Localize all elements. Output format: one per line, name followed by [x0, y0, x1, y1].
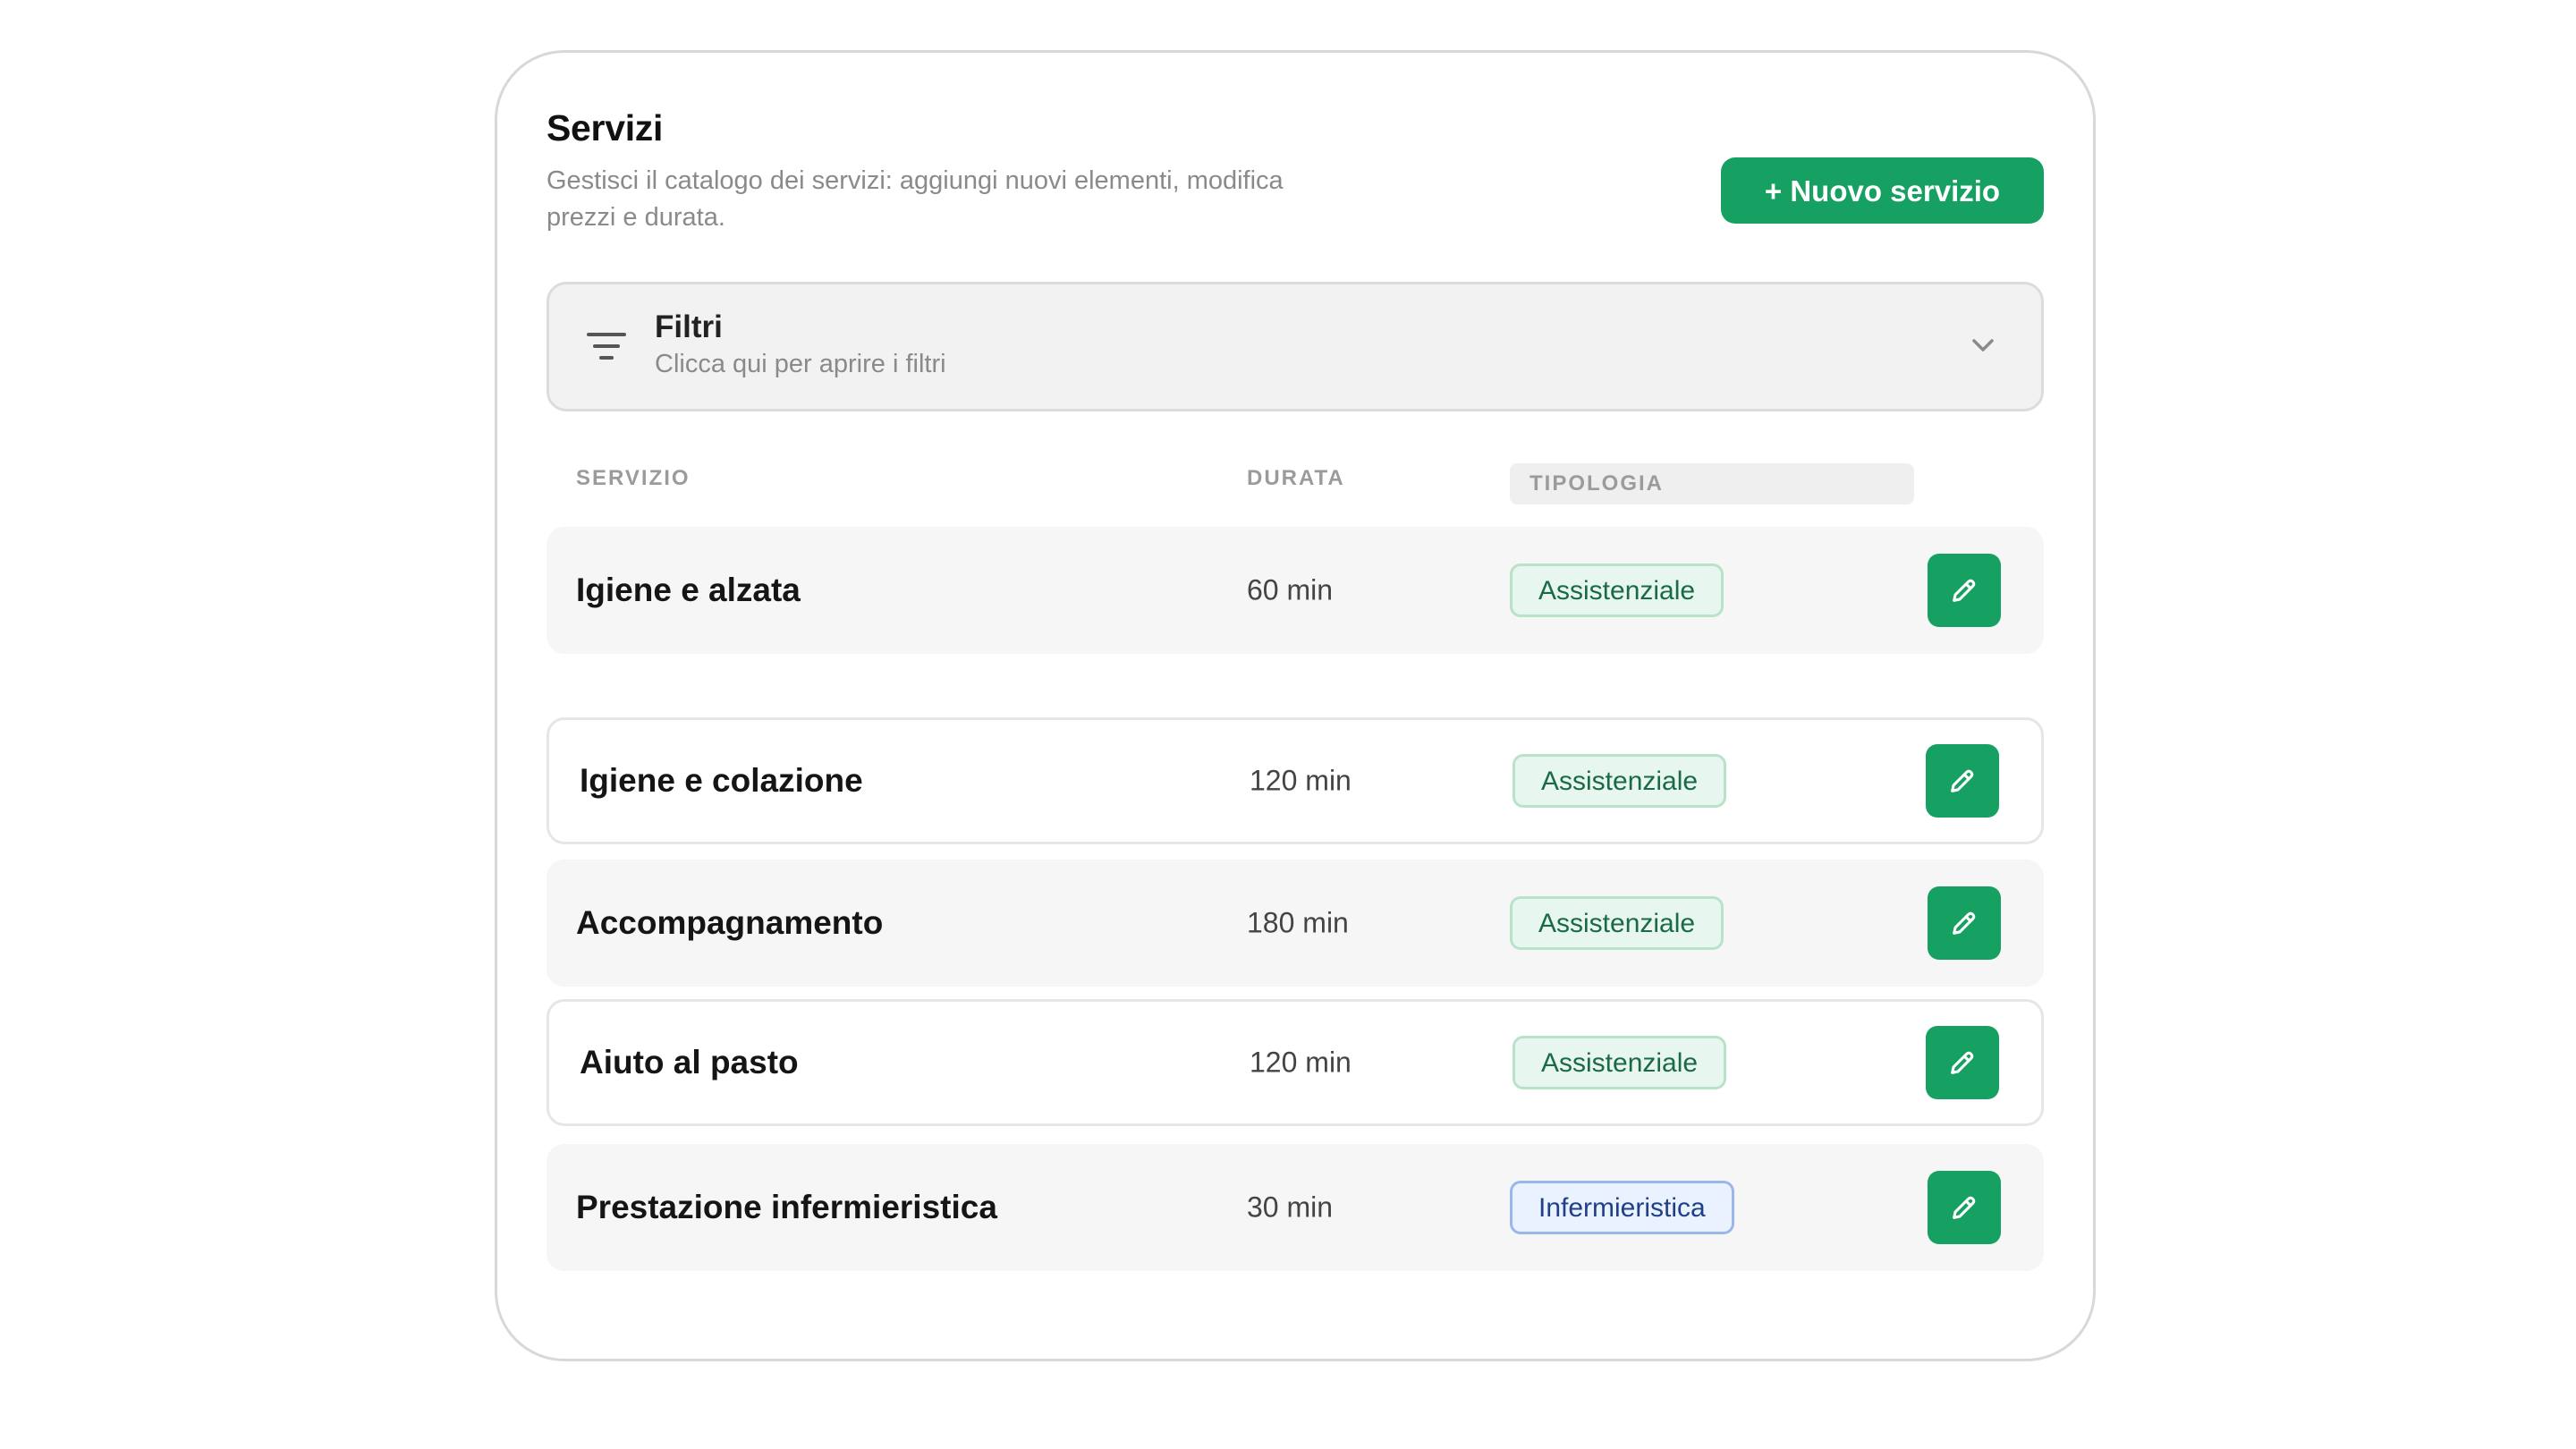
service-name: Prestazione infermieristica — [576, 1189, 997, 1225]
column-header-servizio[interactable]: SERVIZIO — [576, 466, 691, 491]
filters-hint: Clicca qui per aprire i filtri — [655, 350, 946, 378]
service-name: Igiene e colazione — [580, 762, 863, 799]
service-type-badge: Infermieristica — [1510, 1181, 1734, 1234]
pencil-icon — [1951, 769, 1974, 792]
service-duration: 30 min — [1247, 1191, 1334, 1224]
filters-title: Filtri — [655, 309, 723, 344]
filter-icon — [587, 333, 626, 360]
edit-service-button[interactable] — [1928, 886, 2001, 960]
service-name: Aiuto al pasto — [580, 1044, 799, 1080]
service-name: Accompagnamento — [576, 904, 884, 941]
service-name: Igiene e alzata — [576, 572, 801, 608]
pencil-icon — [1951, 1051, 1974, 1074]
service-duration: 120 min — [1250, 1046, 1352, 1079]
edit-service-button[interactable] — [1928, 1171, 2001, 1244]
edit-service-button[interactable] — [1926, 1026, 1999, 1099]
filters-panel[interactable]: Filtri Clicca qui per aprire i filtri — [547, 282, 2044, 411]
edit-service-button[interactable] — [1926, 744, 1999, 818]
new-service-button[interactable]: + Nuovo servizio — [1721, 157, 2044, 224]
column-header-durata[interactable]: DURATA — [1247, 466, 1345, 491]
service-type-badge: Assistenziale — [1510, 564, 1724, 617]
table-row: Accompagnamento 180 min Assistenziale — [547, 860, 2044, 987]
pencil-icon — [1953, 1196, 1976, 1219]
service-duration: 180 min — [1247, 906, 1349, 939]
pencil-icon — [1953, 911, 1976, 935]
table-row: Aiuto al pasto 120 min Assistenziale — [547, 999, 2044, 1126]
table-header: SERVIZIO DURATA TIPOLOGIA — [547, 455, 2044, 509]
table-row: Igiene e alzata 60 min Assistenziale — [547, 527, 2044, 654]
page-subtitle: Gestisci il catalogo dei servizi: aggiun… — [547, 166, 1284, 232]
service-type-badge: Assistenziale — [1513, 1036, 1727, 1089]
pencil-icon — [1953, 579, 1976, 602]
service-duration: 120 min — [1250, 764, 1352, 797]
column-header-tipologia[interactable]: TIPOLOGIA — [1510, 463, 1914, 504]
table-row: Prestazione infermieristica 30 min Infer… — [547, 1144, 2044, 1271]
service-type-badge: Assistenziale — [1513, 754, 1727, 808]
service-type-badge: Assistenziale — [1510, 896, 1724, 950]
services-card: Servizi Gestisci il catalogo dei servizi… — [495, 50, 2096, 1361]
page-title: Servizi — [547, 107, 664, 148]
table-row: Igiene e colazione 120 min Assistenziale — [547, 717, 2044, 844]
edit-service-button[interactable] — [1928, 554, 2001, 627]
service-duration: 60 min — [1247, 573, 1334, 606]
page-header: Servizi Gestisci il catalogo dei servizi… — [547, 102, 2044, 245]
chevron-down-icon[interactable] — [1971, 336, 1995, 354]
